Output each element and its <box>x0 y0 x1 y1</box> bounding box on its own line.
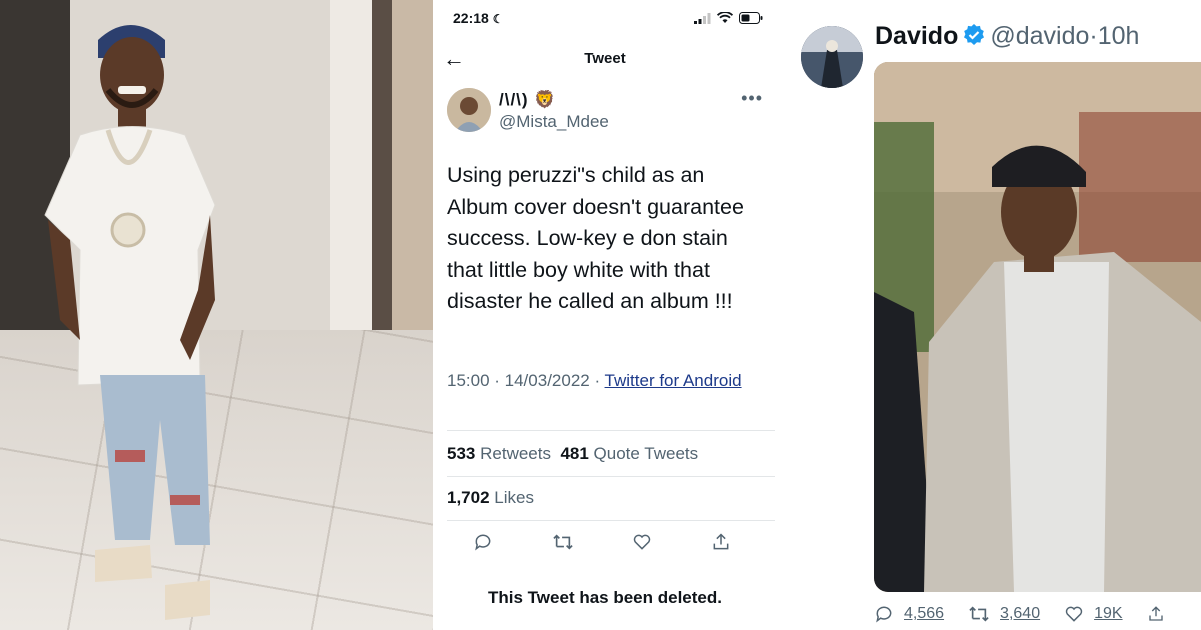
retweet-icon[interactable] <box>552 532 574 552</box>
reply-header: Davido @davido·10h <box>875 22 1139 51</box>
tweet-screen: 22:18 ☾ ← Tweet /\/\) 🦁 @Mista_Mdee ••• … <box>433 0 778 630</box>
quotes-label[interactable]: Quote Tweets <box>594 444 699 463</box>
tweet-meta: 15:00 · 14/03/2022 · Twitter for Android <box>447 368 767 394</box>
avatar[interactable] <box>801 26 863 88</box>
status-bar: 22:18 ☾ <box>433 10 777 32</box>
tweet-text: Using peruzzi"s child as an Album cover … <box>447 163 744 313</box>
moon-icon: ☾ <box>492 12 504 26</box>
signal-icon <box>694 12 711 24</box>
tweet-timestamp: 15:00 · 14/03/2022 · <box>447 371 605 390</box>
share-icon[interactable] <box>1147 604 1165 624</box>
reply-icon[interactable] <box>473 532 493 552</box>
reply-reply-action[interactable]: 4,566 <box>874 604 944 624</box>
likes-count[interactable]: 1,702 <box>447 488 490 507</box>
reply-share-action[interactable] <box>1147 604 1165 624</box>
retweet-stats: 533 Retweets 481 Quote Tweets <box>447 444 698 464</box>
verified-icon <box>964 24 985 45</box>
reply-retweet-action[interactable]: 3,640 <box>968 604 1040 624</box>
share-icon[interactable] <box>711 532 731 552</box>
battery-icon <box>739 12 763 24</box>
avatar[interactable] <box>447 88 491 132</box>
tweet-header: ← Tweet <box>433 46 777 74</box>
reply-author-handle[interactable]: @davido <box>990 22 1089 50</box>
reply-actions: 4,566 3,640 19K <box>874 604 1201 624</box>
more-icon[interactable]: ••• <box>741 88 763 109</box>
retweets-label[interactable]: Retweets <box>480 444 551 463</box>
reply-media-image[interactable] <box>874 62 1201 592</box>
dot-separator: · <box>1089 22 1098 50</box>
quotes-count[interactable]: 481 <box>560 444 588 463</box>
reply-like-action[interactable]: 19K <box>1064 604 1123 624</box>
reply-author-name[interactable]: Davido <box>875 22 958 50</box>
author-name[interactable]: /\/\) 🦁 <box>499 90 556 110</box>
page-title: Tweet <box>584 50 626 67</box>
tweet-source-link[interactable]: Twitter for Android <box>605 371 742 390</box>
retweet-count[interactable]: 3,640 <box>1000 605 1040 623</box>
deleted-notice: This Tweet has been deleted. <box>488 588 722 607</box>
retweets-count[interactable]: 533 <box>447 444 475 463</box>
reply-age[interactable]: 10h <box>1098 22 1140 50</box>
reply-tweet: Davido @davido·10h 4,566 3,640 19K <box>777 0 1201 630</box>
reply-count[interactable]: 4,566 <box>904 605 944 623</box>
like-icon[interactable] <box>1064 604 1084 624</box>
author-row: /\/\) 🦁 @Mista_Mdee ••• <box>447 88 777 138</box>
like-icon[interactable] <box>632 532 652 552</box>
wifi-icon <box>717 12 733 23</box>
tweet-actions <box>447 532 757 556</box>
retweet-icon[interactable] <box>968 604 990 624</box>
left-photo <box>0 0 433 630</box>
like-stats: 1,702 Likes <box>447 488 534 508</box>
divider <box>447 520 775 521</box>
like-count[interactable]: 19K <box>1094 605 1122 623</box>
divider <box>447 476 775 477</box>
author-handle[interactable]: @Mista_Mdee <box>499 112 609 132</box>
status-time: 22:18 ☾ <box>453 10 504 26</box>
likes-label[interactable]: Likes <box>494 488 534 507</box>
person-illustration <box>44 25 216 620</box>
divider <box>447 430 775 431</box>
reply-icon[interactable] <box>874 604 894 624</box>
